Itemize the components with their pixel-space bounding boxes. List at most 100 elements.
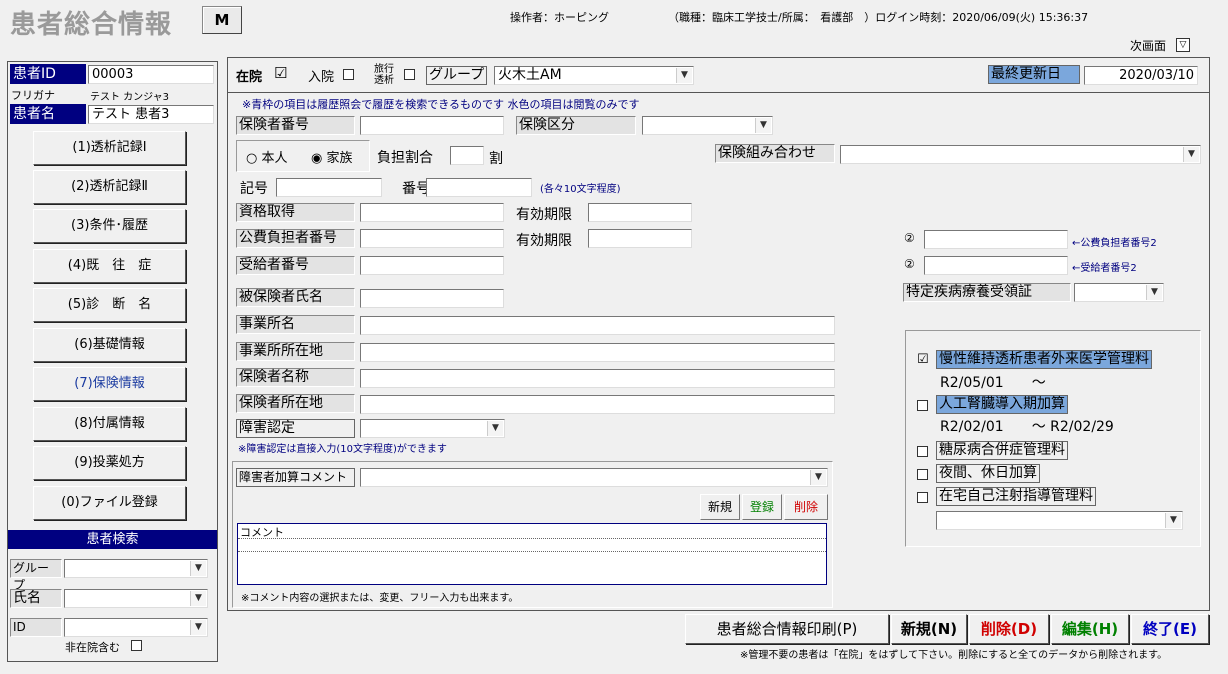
- search-id-label: ID: [10, 618, 62, 637]
- nav-history[interactable]: (4)既 往 症: [33, 249, 186, 283]
- nav-prescription[interactable]: (9)投薬処方: [33, 446, 186, 480]
- futan-field[interactable]: [450, 146, 484, 165]
- mgmt-4-label: 夜間、休日加算: [936, 464, 1040, 483]
- shikaku-field[interactable]: [360, 203, 504, 222]
- kumiawase-select[interactable]: ▼: [840, 145, 1201, 164]
- include-non-inpatient-checkbox[interactable]: [131, 640, 142, 651]
- include-non-inpatient-label: 非在院含む: [65, 641, 120, 654]
- comment-save-button[interactable]: 登録: [742, 494, 782, 520]
- nav-attached-info[interactable]: (8)付属情報: [33, 407, 186, 441]
- bottom-note: ※管理不要の患者は「在院」をはずして下さい。削除にすると全てのデータから削除され…: [740, 650, 1168, 661]
- jukyu2-field[interactable]: [924, 256, 1068, 275]
- ryoko-label: 旅行透析: [374, 64, 394, 86]
- patient-id-label: 患者ID: [10, 64, 86, 84]
- jigyosho-field[interactable]: [360, 316, 835, 335]
- tokutei-select[interactable]: ▼: [1074, 283, 1164, 302]
- mgmt-1-label: 慢性維持透析患者外来医学管理料: [936, 350, 1152, 369]
- kigo-field[interactable]: [276, 178, 382, 197]
- ryoko-checkbox[interactable]: [404, 69, 415, 80]
- jigyosho-addr-label: 事業所所在地: [236, 342, 355, 361]
- next-screen-dropdown[interactable]: ▽: [1176, 38, 1190, 52]
- nav-basic-info[interactable]: (6)基礎情報: [33, 328, 186, 362]
- group-select[interactable]: 火木土AM ▼: [494, 66, 694, 85]
- nyuin-checkbox[interactable]: [343, 69, 354, 80]
- yuko2-label: 有効期限: [516, 233, 572, 249]
- delete-button[interactable]: 削除(D): [969, 614, 1049, 644]
- chevron-down-icon[interactable]: ▼: [190, 620, 206, 635]
- mgmt-select[interactable]: ▼: [936, 511, 1183, 530]
- chevron-down-icon[interactable]: ▼: [755, 118, 771, 133]
- comment-divider: [238, 538, 826, 539]
- kohi2-field[interactable]: [924, 230, 1068, 249]
- comment-divider: [238, 551, 826, 552]
- next-screen-label: 次画面: [1130, 39, 1167, 53]
- jukyu2-marker: ②: [904, 257, 915, 271]
- new-button[interactable]: 新規(N): [891, 614, 967, 644]
- mgmt-5-checkbox[interactable]: [917, 492, 928, 503]
- chevron-down-icon[interactable]: ▼: [190, 591, 206, 606]
- mgmt-5-label: 在宅自己注射指導管理料: [936, 487, 1096, 506]
- jigyosho-label: 事業所名: [236, 315, 355, 334]
- patient-name-field[interactable]: テスト 患者3: [88, 105, 214, 124]
- hokensha-name-field[interactable]: [360, 369, 835, 388]
- mgmt-1-date: R2/05/01 ～: [940, 375, 1046, 391]
- shogai-select[interactable]: ▼: [360, 419, 505, 438]
- hokensha-name-label: 保険者名称: [236, 368, 355, 387]
- search-name-select[interactable]: ▼: [64, 589, 208, 608]
- print-button[interactable]: 患者総合情報印刷(P): [685, 614, 889, 644]
- mgmt-4-checkbox[interactable]: [917, 469, 928, 480]
- chevron-down-icon[interactable]: ▼: [1183, 147, 1199, 162]
- comment-new-button[interactable]: 新規: [700, 494, 740, 520]
- mgmt-3-label: 糖尿病合併症管理料: [936, 441, 1068, 460]
- hihoken-label: 被保険者氏名: [236, 288, 355, 307]
- nav-diagnosis[interactable]: (5)診 断 名: [33, 288, 186, 322]
- bango-field[interactable]: [426, 178, 532, 197]
- hihoken-field[interactable]: [360, 289, 504, 308]
- comment-textarea[interactable]: [237, 523, 827, 585]
- shogai-note: ※障害認定は直接入力(10文字程度)ができます: [238, 444, 447, 455]
- jigyosho-addr-field[interactable]: [360, 343, 835, 362]
- nav-insurance[interactable]: (7)保険情報: [33, 367, 186, 401]
- search-group-select[interactable]: ▼: [64, 559, 208, 578]
- jukyu-field[interactable]: [360, 256, 504, 275]
- chevron-down-icon[interactable]: ▼: [676, 68, 692, 83]
- comment-note: ※コメント内容の選択または、変更、フリー入力も出来ます。: [241, 593, 519, 604]
- patient-id-field[interactable]: 00003: [88, 65, 214, 84]
- nav-dialysis-1[interactable]: (1)透析記録Ⅰ: [33, 131, 186, 165]
- edit-button[interactable]: 編集(H): [1051, 614, 1129, 644]
- nyuin-label: 入院: [308, 70, 335, 85]
- hokensha-bango-field[interactable]: [360, 116, 504, 135]
- m-button[interactable]: M: [202, 6, 242, 34]
- hoken-kubun-select[interactable]: ▼: [642, 116, 773, 135]
- futan-label: 負担割合: [377, 150, 433, 166]
- kumiawase-label: 保険組み合わせ: [715, 144, 835, 163]
- comment-select[interactable]: ▼: [360, 468, 828, 487]
- nav-dialysis-2[interactable]: (2)透析記録Ⅱ: [33, 170, 186, 204]
- yuko2-field[interactable]: [588, 229, 692, 248]
- kazoku-radio[interactable]: ◉ 家族: [311, 147, 353, 166]
- chevron-down-icon[interactable]: ▼: [487, 421, 503, 436]
- hokensha-addr-field[interactable]: [360, 395, 835, 414]
- zaiin-checkbox[interactable]: ☑: [274, 64, 287, 82]
- exit-button[interactable]: 終了(E): [1131, 614, 1209, 644]
- comment-delete-button[interactable]: 削除: [784, 494, 828, 520]
- chevron-down-icon[interactable]: ▼: [1165, 513, 1181, 528]
- hoken-kubun-label: 保険区分: [516, 116, 636, 135]
- kigo-hint: (各々10文字程度): [540, 184, 621, 195]
- kohi-field[interactable]: [360, 229, 504, 248]
- role-info: （職種：臨床工学技士/所属： 看護部 ）ログイン時刻：2020/06/09(火)…: [668, 11, 1089, 24]
- shogai-label: 障害認定: [236, 419, 355, 438]
- nav-file-register[interactable]: (0)ファイル登録: [33, 486, 186, 520]
- chevron-down-icon[interactable]: ▼: [1146, 285, 1162, 300]
- yuko1-field[interactable]: [588, 203, 692, 222]
- mgmt-3-checkbox[interactable]: [917, 446, 928, 457]
- honnin-radio[interactable]: ○ 本人: [246, 147, 288, 166]
- search-id-select[interactable]: ▼: [64, 618, 208, 637]
- chevron-down-icon[interactable]: ▼: [810, 470, 826, 485]
- mgmt-1-checkbox[interactable]: ☑: [917, 352, 929, 367]
- chevron-down-icon[interactable]: ▼: [190, 561, 206, 576]
- last-update-label: 最終更新日: [988, 65, 1080, 84]
- mgmt-2-checkbox[interactable]: [917, 400, 928, 411]
- group-label: グループ: [426, 66, 488, 85]
- nav-conditions[interactable]: (3)条件･履歴: [33, 209, 186, 243]
